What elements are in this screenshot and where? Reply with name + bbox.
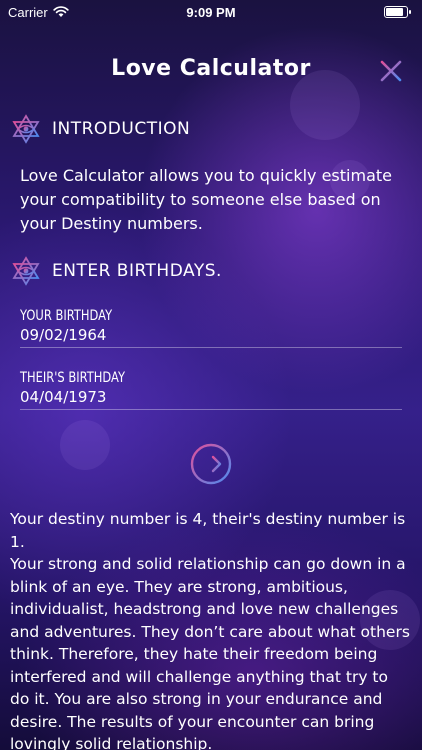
arrow-right-circle-icon[interactable] <box>189 442 233 486</box>
your-birthday-input[interactable] <box>20 326 402 344</box>
your-birthday-label: YOUR BIRTHDAY <box>20 308 113 324</box>
their-birthday-field: THEIR'S BIRTHDAY <box>20 370 402 410</box>
status-time: 9:09 PM <box>186 4 236 20</box>
result-description: Your strong and solid relationship can g… <box>10 555 410 750</box>
bokeh-light <box>60 420 110 470</box>
section-title: INTRODUCTION <box>52 119 191 139</box>
close-icon[interactable] <box>378 58 404 84</box>
section-title: ENTER BIRTHDAYS. <box>52 261 222 281</box>
eye-star-icon <box>12 256 40 286</box>
section-enter-birthdays: ENTER BIRTHDAYS. <box>10 256 222 286</box>
your-birthday-field: YOUR BIRTHDAY <box>20 308 402 348</box>
header: Love Calculator <box>0 52 422 92</box>
section-introduction: INTRODUCTION <box>10 114 190 144</box>
eye-star-icon <box>12 114 40 144</box>
battery-icon <box>384 6 411 18</box>
page-title: Love Calculator <box>111 56 311 81</box>
result-summary: Your destiny number is 4, their's destin… <box>10 510 406 551</box>
result-text: Your destiny number is 4, their's destin… <box>10 508 412 750</box>
their-birthday-input[interactable] <box>20 388 402 406</box>
status-bar: Carrier 9:09 PM <box>0 0 422 24</box>
their-birthday-label: THEIR'S BIRTHDAY <box>20 370 126 386</box>
intro-description: Love Calculator allows you to quickly es… <box>20 166 392 233</box>
